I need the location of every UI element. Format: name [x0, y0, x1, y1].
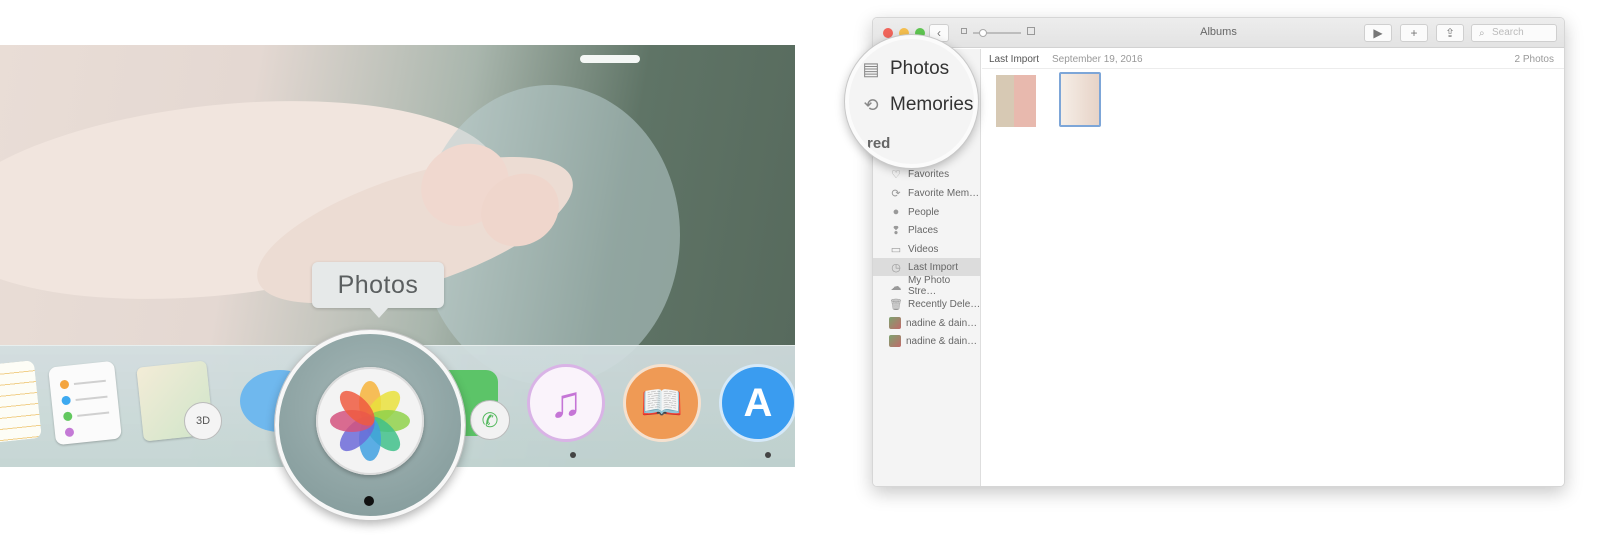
import-date: September 19, 2016 [1052, 54, 1143, 65]
sidebar-item-label: Photos [890, 58, 950, 79]
running-indicator [570, 452, 576, 458]
sidebar-item-album[interactable]: nadine & dain… [873, 314, 981, 332]
content-area: Last Import September 19, 2016 2 Photos [982, 49, 1564, 486]
list-dot-icon [59, 379, 70, 390]
reminders-app-icon[interactable] [48, 360, 122, 446]
sidebar-item-favorite-memories[interactable]: ⟳ Favorite Mem… [873, 184, 981, 202]
dock-magnifier [275, 330, 465, 520]
pages-app-icon[interactable] [0, 360, 42, 446]
pin-icon: ❢ [891, 224, 901, 237]
memories-icon: ⟳ [891, 187, 901, 200]
sidebar-item-label: Favorite Mem… [908, 187, 980, 199]
sidebar-item-label: Recently Dele… [908, 298, 981, 310]
content-header: Last Import September 19, 2016 2 Photos [982, 49, 1564, 69]
section-header: red [867, 135, 891, 152]
list-dot-icon [61, 395, 72, 406]
sidebar-item-label: Favorites [908, 168, 950, 180]
sidebar-item-label: People [908, 206, 940, 218]
wallpaper-shape [580, 55, 640, 63]
sidebar-item-album[interactable]: nadine & dain… [873, 332, 981, 350]
ibooks-app-icon[interactable]: 📖 [623, 364, 701, 442]
memories-icon: ⟲ [863, 94, 879, 115]
sidebar-item-label: My Photo Stre… [907, 275, 951, 297]
dock-tooltip: Photos [312, 262, 444, 318]
screenshot: 3D ✆ ♫ 📖 A Photos ‹ Albums ▶ + ⇪ ⌕ Searc… [0, 0, 1600, 541]
album-thumbnail [889, 335, 901, 347]
running-indicator [364, 496, 374, 506]
sidebar-item-label: Places [908, 224, 939, 236]
sidebar-item-places[interactable]: ❢ Places [873, 221, 981, 239]
search-icon: ⌕ [1479, 28, 1485, 39]
list-dot-icon [62, 411, 73, 422]
photos-app-icon[interactable] [316, 367, 424, 475]
sidebar-item-videos[interactable]: ▭ Videos [873, 240, 981, 258]
list-line [73, 379, 106, 386]
sidebar-item-photos[interactable]: ▤ Photos [859, 55, 949, 83]
photo-thumbnail-selected[interactable] [1059, 72, 1101, 127]
search-input[interactable]: ⌕ Search [1471, 24, 1557, 42]
sidebar-item-label: Videos [908, 243, 939, 255]
sidebar-item-people[interactable]: ● People [873, 203, 981, 221]
slideshow-button[interactable]: ▶ [1364, 24, 1392, 42]
phone-icon: ✆ [470, 400, 510, 440]
person-icon: ● [892, 206, 900, 218]
album-title: Last Import [989, 54, 1040, 65]
sidebar-item-photo-stream[interactable]: ☁ My Photo Stre… [873, 275, 981, 297]
titlebar: ‹ Albums ▶ + ⇪ ⌕ Search [873, 18, 1564, 48]
share-button[interactable]: ⇪ [1436, 24, 1464, 42]
cloud-icon: ☁ [890, 280, 902, 293]
photos-icon: ▤ [862, 58, 880, 79]
album-thumbnail [889, 317, 901, 329]
sidebar-item-label: Last Import [908, 261, 959, 273]
sidebar-magnifier: ▤ Photos ⟲ Memories red [845, 35, 978, 168]
sidebar-item-memories[interactable]: ⟲ Memories [859, 91, 973, 119]
sidebar-item-label: Memories [890, 94, 974, 115]
add-button[interactable]: + [1400, 24, 1428, 42]
heart-icon: ♡ [891, 168, 901, 181]
maps-3d-badge: 3D [184, 402, 222, 440]
clock-icon: ◷ [891, 261, 901, 274]
app-store-icon[interactable]: A [719, 364, 795, 442]
photo-count: 2 Photos [1514, 54, 1554, 65]
photo-thumbnail[interactable] [996, 75, 1036, 127]
sidebar-item-last-import[interactable]: ◷ Last Import [873, 258, 981, 276]
list-line [77, 411, 110, 417]
music-app-icon[interactable]: ♫ [527, 364, 605, 442]
trash-icon: 🗑 [889, 298, 903, 311]
sidebar-item-label: nadine & dain… [906, 335, 978, 347]
sidebar-item-label: nadine & dain… [906, 317, 978, 329]
search-placeholder: Search [1492, 27, 1524, 38]
list-line [75, 395, 108, 401]
list-dot-icon [64, 427, 75, 438]
sidebar-item-recently-deleted[interactable]: 🗑 Recently Dele… [873, 295, 981, 313]
sidebar-item-favorites[interactable]: ♡ Favorites [873, 165, 981, 183]
video-icon: ▭ [890, 243, 902, 256]
photos-flower-icon [330, 381, 410, 461]
running-indicator [765, 452, 771, 458]
